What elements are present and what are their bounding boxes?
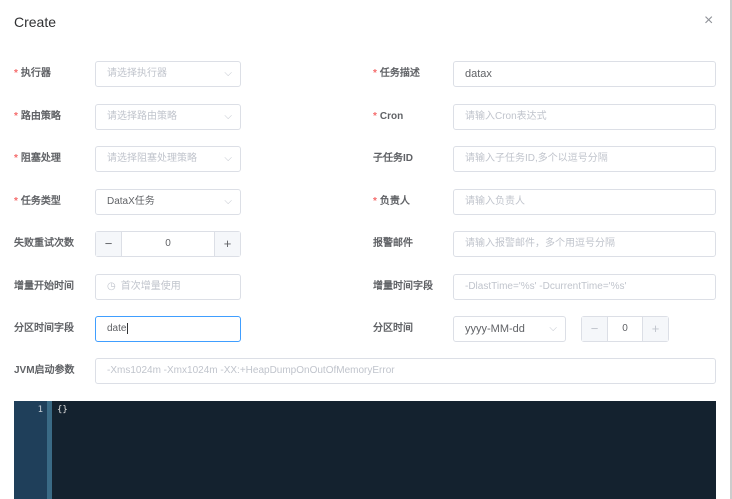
field-label-text: 执行器 — [20, 68, 51, 79]
text-input[interactable]: date — [95, 316, 241, 342]
field-label: * 执行器 — [14, 61, 51, 87]
field-placeholder: 请输入Cron表达式 — [465, 111, 547, 122]
field-label-text: 路由策略 — [20, 111, 61, 122]
stepper-value[interactable]: 0 — [122, 232, 214, 256]
jvm-params-input[interactable]: -Xms1024m -Xmx1024m -XX:+HeapDumpOnOutOf… — [95, 358, 716, 384]
required-marker: * — [14, 196, 18, 207]
text-input[interactable]: 请输入报警邮件，多个用逗号分隔 — [453, 231, 716, 257]
field-label-text: 阻塞处理 — [20, 153, 61, 164]
field-label-text: 增量时间字段 — [373, 281, 433, 292]
dialog-title: Create — [14, 14, 57, 30]
field-label-text: 任务描述 — [379, 68, 420, 79]
select-field[interactable]: 请选择路由策略 ⌵ — [95, 104, 241, 130]
required-marker: * — [14, 153, 18, 164]
chevron-down-icon: ⌵ — [224, 68, 232, 79]
field-placeholder: 请输入负责人 — [465, 196, 525, 207]
field-label: * 路由策略 — [14, 104, 61, 130]
field-label: * Cron — [373, 104, 403, 130]
text-input[interactable]: 请输入负责人 — [453, 189, 716, 215]
required-marker: * — [373, 196, 377, 207]
minus-button[interactable]: − — [96, 232, 122, 256]
partition-offset-stepper[interactable]: −0 + — [581, 316, 669, 342]
field-label-text: 报警邮件 — [373, 238, 413, 249]
stepper-value[interactable]: 0 — [608, 317, 642, 341]
field-placeholder: 请选择执行器 — [107, 68, 167, 79]
required-marker: * — [14, 111, 18, 122]
text-cursor — [127, 323, 129, 334]
required-marker: * — [373, 68, 377, 79]
field-value: datax — [465, 68, 492, 80]
plus-button[interactable]: + — [214, 232, 240, 256]
field-label: * 任务描述 — [373, 61, 420, 87]
field-label-text: 失败重试次数 — [14, 238, 74, 249]
chevron-down-icon: ⌵ — [549, 323, 557, 334]
field-label-text: Cron — [379, 111, 404, 122]
plus-button[interactable]: + — [642, 317, 668, 341]
date-picker[interactable]: ◷ 首次增量使用 — [95, 274, 241, 300]
jvm-label: JVM启动参数 — [14, 365, 75, 376]
field-label: * 负责人 — [373, 189, 410, 215]
chevron-down-icon: ⌵ — [224, 111, 232, 122]
field-label: 分区时间字段 — [14, 316, 74, 342]
partition-format-select[interactable]: yyyy-MM-dd ⌵ — [453, 316, 566, 342]
editor-gutter: 1 — [14, 401, 47, 499]
field-placeholder: -DlastTime='%s' -DcurrentTime='%s' — [465, 281, 627, 292]
text-input[interactable]: 请输入Cron表达式 — [453, 104, 716, 130]
field-label: 分区时间 — [373, 316, 413, 342]
close-icon[interactable]: × — [704, 12, 713, 30]
field-label-text: 子任务ID — [373, 153, 413, 164]
code-editor[interactable]: 1 {} — [14, 401, 716, 499]
field-placeholder: 请输入报警邮件，多个用逗号分隔 — [465, 238, 615, 249]
field-label-text: 分区时间 — [373, 323, 413, 334]
minus-button[interactable]: − — [582, 317, 608, 341]
field-label: 增量时间字段 — [373, 274, 433, 300]
line-number: 1 — [37, 405, 43, 415]
select-value: yyyy-MM-dd — [465, 323, 525, 335]
required-marker: * — [373, 111, 377, 122]
field-label-text: 任务类型 — [20, 196, 61, 207]
field-label: 失败重试次数 — [14, 231, 74, 257]
field-label-text: 负责人 — [379, 196, 410, 207]
retry-count-stepper[interactable]: −0 + — [95, 231, 241, 257]
text-input[interactable]: datax — [453, 61, 716, 87]
field-label: * 任务类型 — [14, 189, 61, 215]
field-label: * 阻塞处理 — [14, 146, 61, 172]
chevron-down-icon: ⌵ — [224, 153, 232, 164]
editor-code: {} — [57, 405, 68, 415]
jvm-placeholder: -Xms1024m -Xmx1024m -XX:+HeapDumpOnOutOf… — [107, 365, 395, 376]
field-label-text: 分区时间字段 — [14, 323, 74, 334]
text-input[interactable]: -DlastTime='%s' -DcurrentTime='%s' — [453, 274, 716, 300]
field-label: 子任务ID — [373, 146, 413, 172]
field-placeholder: 请选择阻塞处理策略 — [107, 153, 197, 164]
text-input[interactable]: 请输入子任务ID,多个以逗号分隔 — [453, 146, 716, 172]
field-label: 增量开始时间 — [14, 274, 74, 300]
field-placeholder: 首次增量使用 — [120, 281, 181, 292]
editor-fold-bar — [47, 401, 52, 499]
field-label-text: 增量开始时间 — [14, 281, 74, 292]
clock-icon: ◷ — [107, 281, 116, 292]
field-placeholder: 请输入子任务ID,多个以逗号分隔 — [465, 153, 608, 164]
field-label: 报警邮件 — [373, 231, 413, 257]
field-value: date — [107, 323, 127, 334]
field-placeholder: 请选择路由策略 — [107, 111, 177, 122]
select-field[interactable]: 请选择阻塞处理策略 ⌵ — [95, 146, 241, 172]
chevron-down-icon: ⌵ — [224, 196, 232, 207]
select-field[interactable]: DataX任务 ⌵ — [95, 189, 241, 215]
select-field[interactable]: 请选择执行器 ⌵ — [95, 61, 241, 87]
field-value: DataX任务 — [107, 196, 155, 207]
required-marker: * — [14, 68, 18, 79]
